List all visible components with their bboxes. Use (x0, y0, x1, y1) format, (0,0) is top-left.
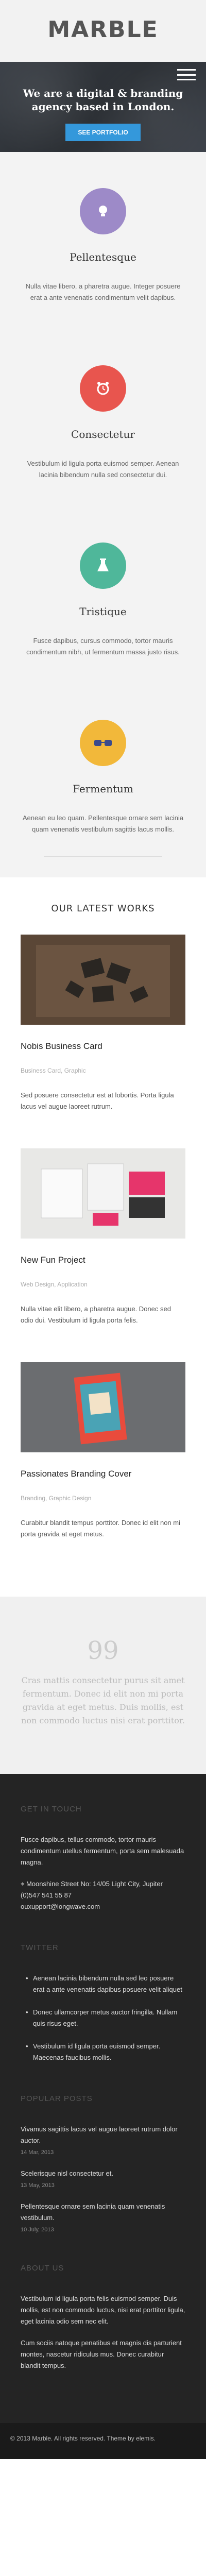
services-section: Pellentesque Nulla vitae libero, a phare… (0, 152, 206, 877)
work-category: Web Design, Application (21, 1281, 88, 1288)
post-item: Pellentesque ornare sem lacinia quam ven… (21, 2201, 185, 2233)
work-title[interactable]: New Fun Project (21, 1255, 185, 1265)
service-text: Nulla vitae libero, a pharetra augue. In… (25, 282, 181, 301)
work-item: Nobis Business Card Business Card, Graph… (21, 935, 185, 1112)
service-item: Tristique Fusce dapibus, cursus commodo,… (0, 543, 206, 658)
address-line: Moonshine Street No: 14/05 Light City, J… (26, 1880, 163, 1888)
tweet-item[interactable]: Vestibulum id ligula porta euismod sempe… (21, 2041, 185, 2063)
quote-mark-icon: 99 (87, 1636, 119, 1665)
contact-block: GET IN TOUCH Fusce dapibus, tellus commo… (21, 1805, 185, 1912)
service-item: Pellentesque Nulla vitae libero, a phare… (0, 188, 206, 303)
testimonial-text: Cras mattis consectetur purus sit amet f… (21, 1675, 185, 1725)
popular-posts-block: POPULAR POSTS Vivamus sagittis lacus vel… (21, 2094, 185, 2233)
testimonial-section: 99 Cras mattis consectetur purus sit ame… (0, 1597, 206, 1774)
menu-icon[interactable] (177, 69, 196, 80)
work-thumbnail-image[interactable] (21, 1148, 185, 1239)
hero-headline: We are a digital & branding agency based… (23, 87, 183, 113)
service-item: Fermentum Aenean eu leo quam. Pellentesq… (0, 720, 206, 857)
service-title: Fermentum (73, 783, 133, 795)
work-thumbnail-image[interactable] (21, 1362, 185, 1452)
works-section: OUR LATEST WORKS Nobis Business Card Bus… (0, 877, 206, 1597)
flask-icon (80, 543, 126, 589)
map-pin-icon: ⌖ (21, 1880, 26, 1888)
about-block: ABOUT US Vestibulum id ligula porta feli… (21, 2264, 185, 2371)
post-item: Vivamus sagittis lacus vel augue laoreet… (21, 2124, 185, 2156)
service-item: Consectetur Vestibulum id ligula porta e… (0, 365, 206, 481)
work-text: Nulla vitae elit libero, a pharetra augu… (21, 1305, 171, 1324)
service-title: Consectetur (71, 428, 135, 440)
work-text: Curabitur blandit tempus porttitor. Done… (21, 1519, 180, 1538)
work-category: Branding, Graphic Design (21, 1495, 92, 1502)
post-date: 14 Mar, 2013 (21, 2149, 54, 2156)
about-text: Cum sociis natoque penatibus et magnis d… (21, 2339, 182, 2369)
tweet-item[interactable]: Donec ullamcorper metus auctor fringilla… (21, 2007, 185, 2029)
tweet-item[interactable]: Aenean lacinia bibendum nulla sed leo po… (21, 1973, 185, 1995)
work-thumbnail-image[interactable] (21, 935, 185, 1025)
about-title: ABOUT US (21, 2264, 64, 2273)
site-logo[interactable]: MARBLE (0, 0, 206, 43)
work-text: Sed posuere consectetur est at lobortis.… (21, 1091, 174, 1110)
see-portfolio-button[interactable]: SEE PORTFOLIO (65, 124, 141, 141)
posts-title: POPULAR POSTS (21, 2094, 93, 2103)
work-category: Business Card, Graphic (21, 1067, 86, 1074)
works-title: OUR LATEST WORKS (51, 903, 155, 914)
twitter-title: TWITTER (21, 1943, 59, 1952)
twitter-block: TWITTER Aenean lacinia bibendum nulla se… (21, 1943, 185, 2063)
work-title[interactable]: Passionates Branding Cover (21, 1469, 185, 1479)
phone-number: (0)547 541 55 87 (21, 1891, 72, 1899)
hero-banner: We are a digital & branding agency based… (0, 62, 206, 152)
contact-text: Fusce dapibus, tellus commodo, tortor ma… (21, 1836, 184, 1866)
email-link[interactable]: ouxupport@longwave.com (21, 1901, 185, 1912)
post-link[interactable]: Scelerisque nisl consectetur et. (21, 2168, 185, 2179)
about-text: Vestibulum id ligula porta felis euismod… (21, 2295, 185, 2325)
service-title: Pellentesque (70, 251, 136, 263)
work-item: New Fun Project Web Design, Application … (21, 1148, 185, 1326)
service-title: Tristique (79, 605, 127, 618)
service-text: Fusce dapibus, cursus commodo, tortor ma… (26, 637, 180, 656)
site-footer: GET IN TOUCH Fusce dapibus, tellus commo… (0, 1774, 206, 2423)
service-text: Aenean eu leo quam. Pellentesque ornare … (22, 814, 184, 833)
post-date: 13 May, 2013 (21, 2182, 55, 2189)
post-link[interactable]: Pellentesque ornare sem lacinia quam ven… (21, 2201, 185, 2224)
bulb-icon (80, 188, 126, 234)
glasses-icon (80, 720, 126, 766)
alarm-clock-icon (80, 365, 126, 412)
post-link[interactable]: Vivamus sagittis lacus vel augue laoreet… (21, 2124, 185, 2146)
address: ⌖ Moonshine Street No: 14/05 Light City,… (21, 1878, 185, 1912)
site-header: MARBLE (0, 0, 206, 62)
section-divider (44, 856, 162, 857)
copyright-bar: © 2013 Marble. All rights reserved. Them… (0, 2423, 206, 2459)
post-item: Scelerisque nisl consectetur et. 13 May,… (21, 2168, 185, 2189)
service-text: Vestibulum id ligula porta euismod sempe… (27, 460, 179, 479)
work-title[interactable]: Nobis Business Card (21, 1041, 185, 1052)
work-item: Passionates Branding Cover Branding, Gra… (21, 1362, 185, 1540)
contact-title: GET IN TOUCH (21, 1805, 82, 1814)
post-date: 10 July, 2013 (21, 2227, 54, 2233)
